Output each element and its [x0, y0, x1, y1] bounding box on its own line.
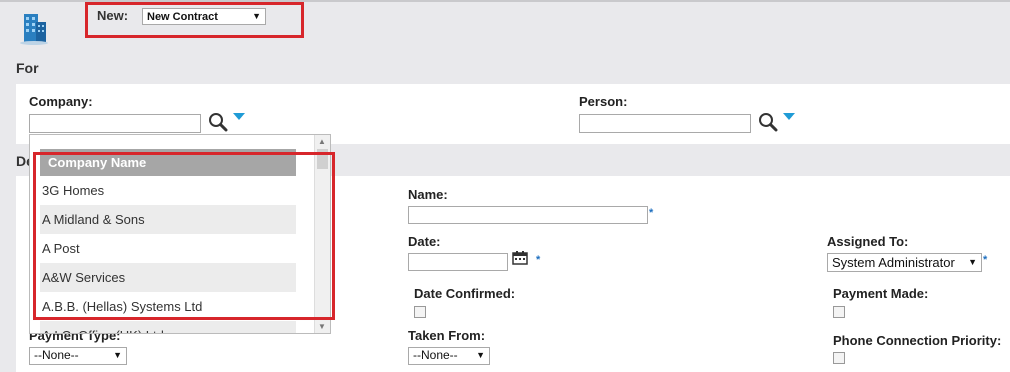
company-search-icon[interactable]	[207, 111, 229, 133]
date-input[interactable]	[408, 253, 508, 271]
calendar-icon[interactable]	[512, 251, 528, 265]
date-required-mark: *	[536, 254, 541, 266]
company-input[interactable]	[29, 114, 201, 133]
new-label: New:	[97, 8, 129, 23]
name-input[interactable]	[408, 206, 648, 224]
chevron-down-icon: ▼	[252, 11, 261, 21]
assigned-required-mark: *	[983, 254, 988, 266]
assigned-to-value: System Administrator	[832, 255, 955, 270]
name-required-mark: *	[649, 207, 654, 219]
person-input[interactable]	[579, 114, 751, 133]
person-dropdown-icon[interactable]	[783, 113, 795, 120]
taken-from-select[interactable]: --None-- ▼	[408, 347, 490, 365]
dropdown-highlight-box	[33, 152, 335, 320]
chevron-down-icon: ▼	[476, 350, 485, 360]
building-icon	[20, 14, 48, 45]
company-label: Company:	[29, 94, 93, 109]
person-search-icon[interactable]	[757, 111, 779, 133]
chevron-down-icon: ▼	[968, 257, 977, 267]
phone-priority-label: Phone Connection Priority:	[833, 333, 1002, 348]
new-type-value: New Contract	[147, 11, 218, 23]
for-section-title: For	[16, 60, 39, 76]
taken-from-value: --None--	[413, 348, 458, 362]
payment-made-label: Payment Made:	[833, 286, 929, 301]
date-confirmed-checkbox[interactable]	[414, 306, 426, 318]
phone-priority-checkbox[interactable]	[833, 352, 845, 364]
payment-type-select[interactable]: --None-- ▼	[29, 347, 127, 365]
new-type-select[interactable]: New Contract ▼	[142, 8, 266, 25]
scroll-down-icon[interactable]: ▼	[318, 322, 326, 331]
assigned-to-label: Assigned To:	[827, 234, 909, 249]
taken-from-label: Taken From:	[408, 328, 486, 343]
person-label: Person:	[579, 94, 628, 109]
date-confirmed-label: Date Confirmed:	[414, 286, 516, 301]
payment-type-value: --None--	[34, 348, 79, 362]
date-label: Date:	[408, 234, 441, 249]
scroll-up-icon[interactable]: ▲	[318, 137, 326, 146]
assigned-to-select[interactable]: System Administrator ▼	[827, 253, 982, 272]
payment-made-checkbox[interactable]	[833, 306, 845, 318]
chevron-down-icon: ▼	[113, 350, 122, 360]
list-item[interactable]: A.I.C. Office (UK) Ltd	[40, 321, 296, 333]
company-dropdown-icon[interactable]	[233, 113, 245, 120]
name-label: Name:	[408, 187, 448, 202]
